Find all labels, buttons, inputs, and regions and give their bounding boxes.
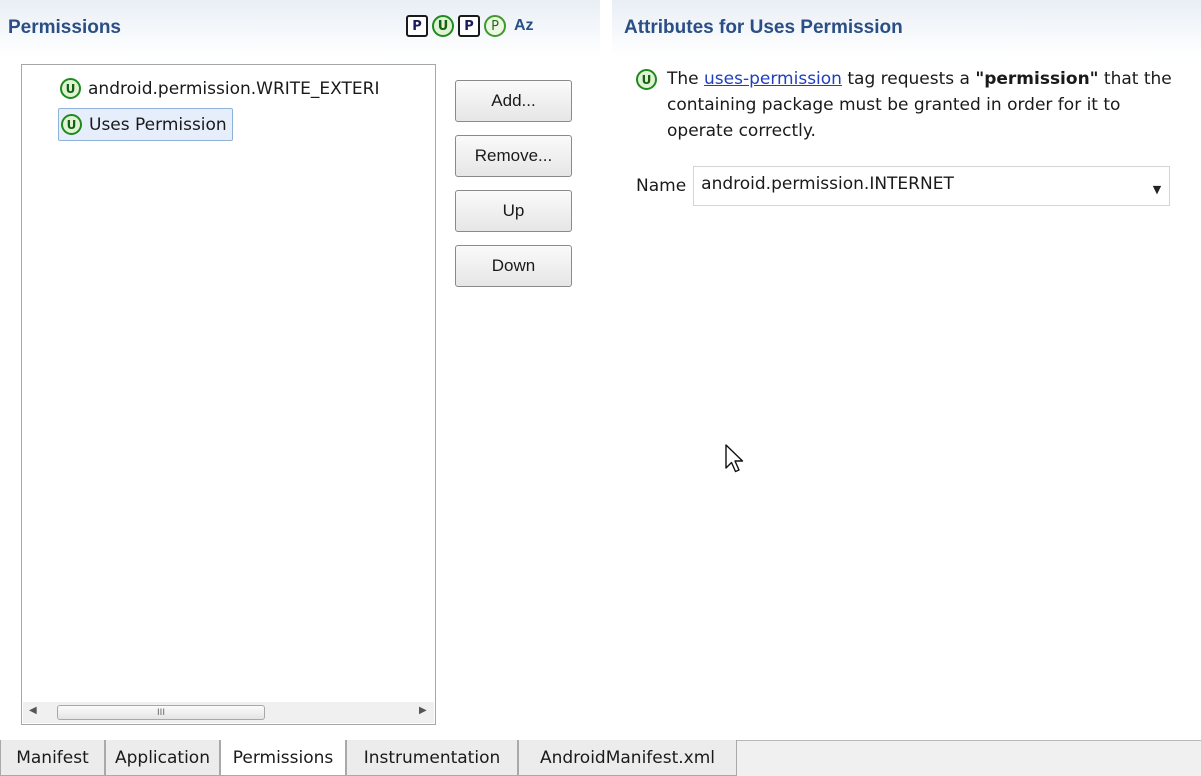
tree-node-label: android.permission.WRITE_EXTERI [88, 78, 380, 99]
tab-label: AndroidManifest.xml [539, 747, 716, 768]
tab-instrumentation[interactable]: Instrumentation [346, 740, 518, 776]
scroll-left-icon[interactable]: ◀ [29, 705, 37, 716]
uses-permission-icon[interactable]: U [432, 15, 454, 37]
tab-label: Manifest [16, 747, 89, 768]
dropdown-arrow-icon[interactable]: ▼ [1153, 183, 1161, 196]
permission-group-icon[interactable]: P [484, 15, 506, 37]
tab-label: Instrumentation [363, 747, 501, 768]
tab-manifest[interactable]: Manifest [0, 740, 105, 776]
tab-label: Permissions [232, 747, 334, 768]
tree-node-write-external[interactable]: U android.permission.WRITE_EXTERI [60, 73, 430, 104]
permissions-toolbar: P U P P Az [406, 15, 534, 37]
permissions-title: Permissions [8, 17, 121, 38]
tree-node-uses-permission[interactable]: U Uses Permission [58, 108, 233, 141]
description-middle: tag requests a [841, 69, 976, 89]
permission-tree-square-icon[interactable]: P [458, 15, 480, 37]
add-button[interactable]: Add... [455, 80, 572, 122]
tab-permissions[interactable]: Permissions [220, 740, 346, 776]
description-text: The uses-permission tag requests a "perm… [667, 66, 1186, 144]
uses-permission-icon: U [636, 69, 657, 90]
uses-permission-link[interactable]: uses-permission [704, 69, 842, 89]
mouse-cursor-icon [725, 444, 744, 473]
permissions-section-header: Permissions P U P P Az [0, 0, 600, 56]
name-row: Name android.permission.INTERNET ▼ [636, 166, 1171, 206]
permission-square-icon[interactable]: P [406, 15, 428, 37]
uses-permission-icon: U [61, 114, 82, 135]
sort-alpha-icon[interactable]: Az [510, 15, 534, 37]
tree-node-label: Uses Permission [89, 114, 227, 135]
scroll-right-icon[interactable]: ▶ [419, 705, 427, 716]
tab-androidmanifest-xml[interactable]: AndroidManifest.xml [518, 740, 737, 776]
permissions-tree[interactable]: U android.permission.WRITE_EXTERI U Uses… [21, 64, 436, 725]
tab-application[interactable]: Application [105, 740, 220, 776]
horizontal-scrollbar[interactable]: ◀ III ▶ [23, 702, 434, 723]
name-label: Name [636, 176, 687, 196]
description-bold: "permission" [975, 69, 1099, 89]
tab-label: Application [115, 747, 210, 768]
attributes-title: Attributes for Uses Permission [624, 17, 903, 38]
up-button[interactable]: Up [455, 190, 572, 232]
name-value: android.permission.INTERNET [701, 174, 954, 194]
element-description: U The uses-permission tag requests a "pe… [636, 66, 1186, 144]
uses-permission-icon: U [60, 78, 81, 99]
name-combo[interactable]: android.permission.INTERNET ▼ [693, 166, 1171, 206]
down-button[interactable]: Down [455, 245, 572, 287]
scroll-grip-icon: III [157, 707, 165, 718]
remove-button[interactable]: Remove... [455, 135, 572, 177]
description-prefix: The [667, 69, 705, 89]
attributes-section-header: Attributes for Uses Permission [612, 0, 1201, 56]
scrollbar-thumb[interactable]: III [57, 705, 265, 720]
editor-tab-bar: Manifest Application Permissions Instrum… [0, 740, 1201, 776]
